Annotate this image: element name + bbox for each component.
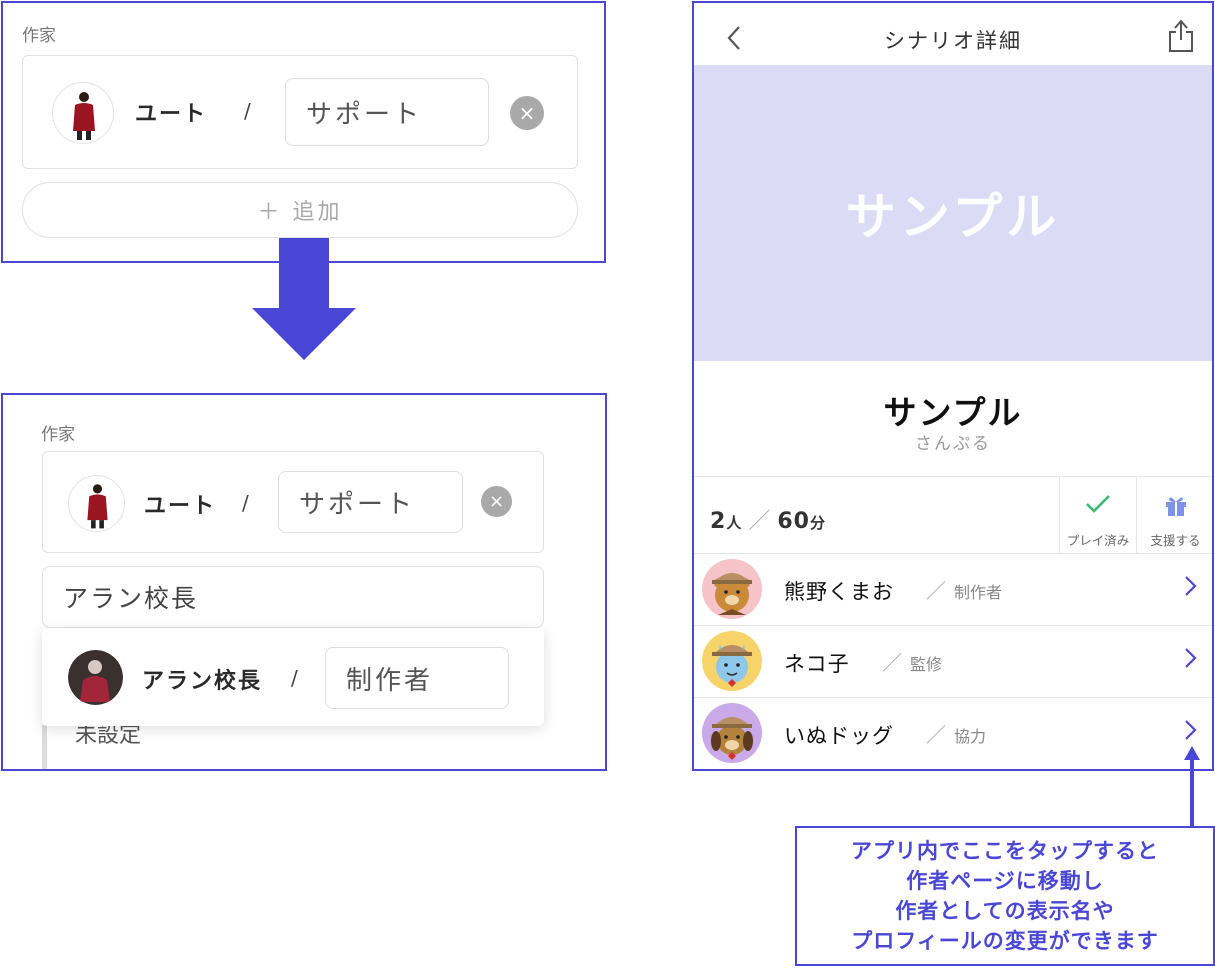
field-label-author: 作家 (41, 425, 75, 445)
support-button[interactable]: 支援する (1136, 477, 1212, 553)
scenario-detail-screen: シナリオ詳細 サンプル サンプル さんぷる 2人／ 60分 プレイ済み 支援する… (692, 1, 1214, 771)
nav-title: シナリオ詳細 (884, 29, 1022, 53)
author-row-name: ネコ子 (784, 652, 850, 676)
dropdown-edge (42, 725, 47, 769)
author-name: ユート (135, 102, 208, 127)
name-role-separator: / (244, 99, 251, 123)
chevron-right-icon (1185, 576, 1197, 596)
author-row-name: 熊野くまお (784, 580, 894, 604)
support-label: 支援する (1150, 533, 1201, 548)
role-input[interactable]: サポート (278, 471, 463, 533)
arrow-up-icon (1184, 746, 1200, 828)
remove-author-button[interactable]: × (510, 96, 544, 130)
author-row[interactable]: 熊野くまお ／ 制作者 (694, 554, 1212, 626)
suggestion-avatar (68, 650, 123, 705)
scenario-stats-row: 2人 ／ 60分 プレイ済み 支援する (694, 476, 1212, 554)
scenario-title: サンプル (883, 393, 1023, 432)
author-avatar[interactable] (68, 475, 125, 532)
author-entry-card: ユート / サポート × (22, 55, 578, 169)
author-editor-after: 作家 ユート / サポート × アラン校長 未設定 アラン校長 / 制作者 (1, 393, 607, 771)
author-entry-card: ユート / サポート × (42, 451, 544, 553)
row-separator: ／ (926, 579, 946, 603)
chevron-right-icon (1185, 720, 1197, 740)
remove-author-button[interactable]: × (481, 486, 512, 517)
author-search-input[interactable]: アラン校長 (42, 566, 544, 628)
players-and-duration: 2人 ／ 60分 (710, 503, 826, 535)
author-avatar[interactable] (52, 82, 114, 144)
dog-avatar-icon (702, 703, 762, 763)
annotation-line: 作者としての表示名や (895, 899, 1115, 923)
played-label: プレイ済み (1066, 533, 1130, 548)
players-count: 2 (710, 509, 727, 534)
close-icon: × (488, 491, 505, 512)
author-row-role: 監修 (910, 655, 943, 674)
annotation-line: 作者ページに移動し (906, 869, 1104, 893)
players-unit: 人 (726, 514, 743, 532)
hero-text: サンプル (845, 188, 1061, 246)
scenario-subtitle: さんぷる (915, 434, 991, 454)
author-row-role: 協力 (954, 727, 987, 746)
row-separator: ／ (882, 651, 902, 675)
chevron-right-icon (1185, 648, 1197, 668)
stats-separator: ／ (748, 509, 772, 534)
add-author-button[interactable]: ＋ 追加 (22, 182, 578, 238)
author-suggestion-popup[interactable]: アラン校長 / 制作者 (42, 628, 544, 726)
scenario-hero-image: サンプル (694, 65, 1212, 361)
author-row-role: 制作者 (954, 583, 1003, 602)
suggestion-role-input[interactable]: 制作者 (325, 647, 509, 709)
annotation-callout: アプリ内でここをタップすると 作者ページに移動し 作者としての表示名や プロフィ… (795, 826, 1215, 966)
duration-minutes: 60 (777, 509, 810, 534)
played-button[interactable]: プレイ済み (1059, 477, 1136, 553)
annotation-line: プロフィールの変更ができます (851, 929, 1159, 953)
author-row-name: いぬドッグ (784, 724, 894, 748)
share-icon[interactable] (1168, 19, 1194, 53)
row-separator: ／ (926, 723, 946, 747)
gift-icon (1165, 497, 1186, 516)
name-role-separator: / (242, 491, 249, 515)
annotation-line: アプリ内でここをタップすると (851, 839, 1159, 863)
check-icon (1086, 495, 1110, 513)
author-row[interactable]: いぬドッグ ／ 協力 (694, 698, 1212, 769)
role-input[interactable]: サポート (285, 78, 489, 146)
field-label-author: 作家 (22, 26, 56, 46)
bear-avatar-icon (702, 559, 762, 619)
suggestion-name: アラン校長 (142, 669, 263, 694)
arrow-down-icon (252, 238, 356, 360)
close-icon: × (518, 101, 536, 125)
cat-avatar-icon (702, 631, 762, 691)
duration-unit: 分 (809, 514, 826, 532)
author-name: ユート (144, 494, 217, 519)
author-editor-before: 作家 ユート / サポート × ＋ 追加 (1, 1, 606, 263)
name-role-separator: / (291, 666, 298, 690)
author-row[interactable]: ネコ子 ／ 監修 (694, 626, 1212, 698)
